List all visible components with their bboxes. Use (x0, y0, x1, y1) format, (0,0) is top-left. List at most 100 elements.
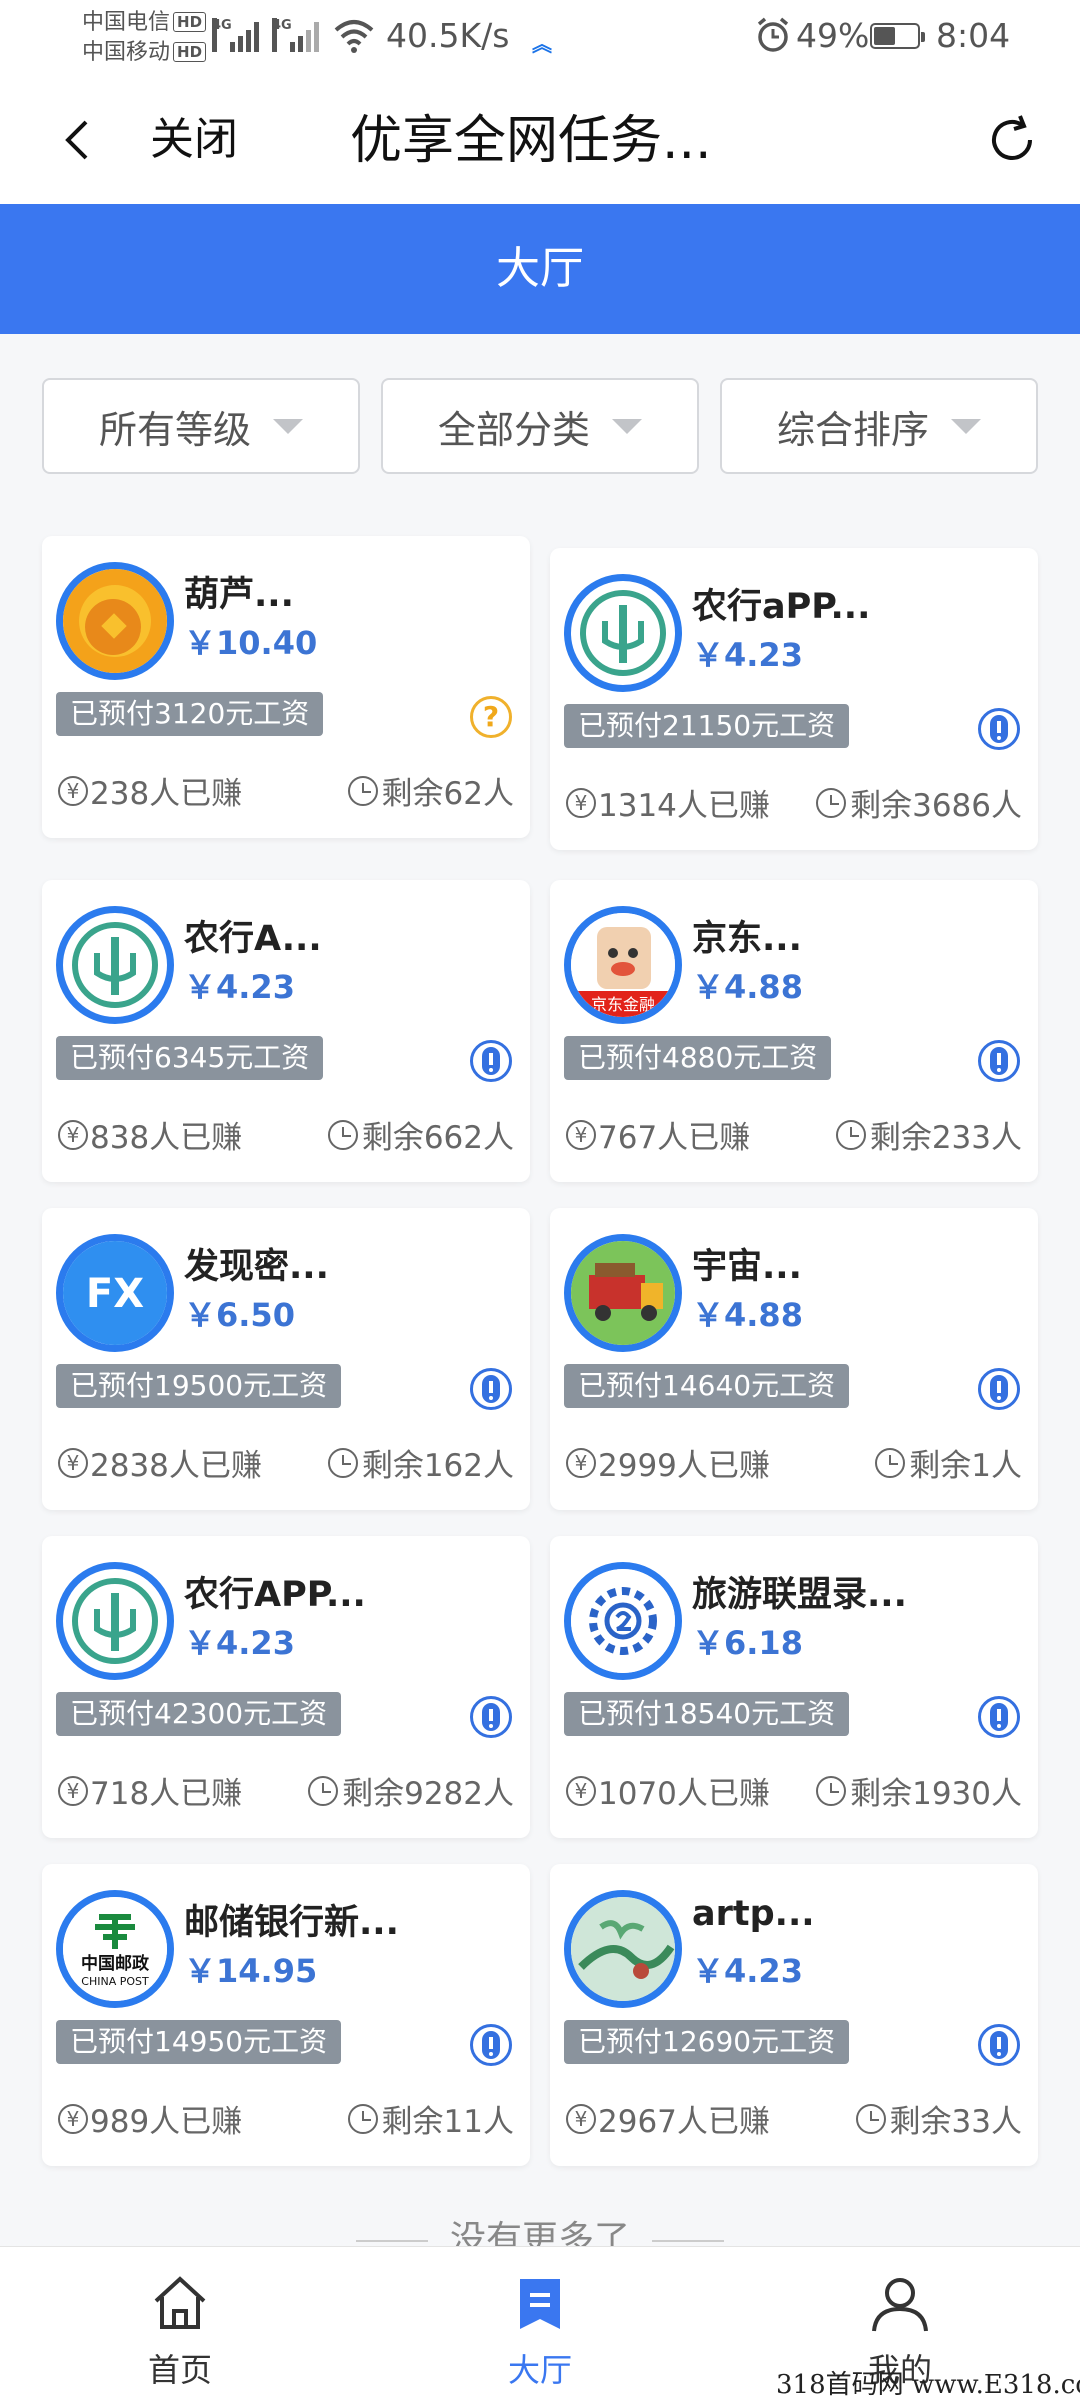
carrier-2: 中国移动 (82, 40, 171, 65)
yen-icon: ¥ (58, 2103, 88, 2134)
logo-text: 京东金融 (591, 995, 655, 1014)
tab-hall[interactable]: 大厅 (440, 2247, 640, 2400)
remaining-count: 剩余1930人 (816, 1768, 1022, 1813)
yen-icon: ¥ (566, 1119, 596, 1150)
prepaid-badge: 已预付12690元工资 (564, 2020, 850, 2064)
task-card[interactable]: 宇宙... ￥4.88 已预付14640元工资 ¥2999人已赚 剩余1人 (550, 1208, 1038, 1510)
info-icon[interactable] (978, 708, 1020, 750)
tab-label: 大厅 (507, 2351, 572, 2389)
task-price: ￥10.40 (184, 624, 318, 662)
task-price: ￥4.23 (184, 968, 295, 1006)
earned-text: 238人已赚 (90, 776, 243, 812)
logo-text-en: CHINA POST (81, 1975, 149, 1988)
clock-icon (327, 1447, 358, 1478)
info-icon[interactable] (978, 2024, 1020, 2066)
prepaid-badge: 已预付14640元工资 (564, 1364, 850, 1408)
tab-home[interactable]: 首页 (80, 2247, 280, 2400)
sort-dropdown[interactable]: 综合排序 (720, 378, 1038, 474)
carrier-info: 中国电信 HD 中国移动 HD (82, 8, 207, 68)
fx-logo: FX (56, 1234, 174, 1352)
task-name: artp... (692, 1894, 815, 1934)
page-title: 优享全网任务... (350, 111, 712, 171)
filter-label: 综合排序 (776, 407, 929, 452)
title-bar: 关闭 优享全网任务... (0, 76, 1080, 204)
task-name: 邮储银行新... (184, 1903, 399, 1943)
back-arrow-icon[interactable] (52, 112, 108, 168)
battery-icon (870, 23, 925, 49)
network-speed: 40.5K/s (386, 16, 510, 55)
gourd-coin-logo (56, 562, 174, 680)
task-name: 旅游联盟录... (692, 1575, 907, 1615)
battery-fill (874, 27, 895, 45)
task-card[interactable]: 农行APP... ￥4.23 已预付42300元工资 ¥718人已赚 剩余928… (42, 1536, 530, 1838)
prepaid-badge: 已预付4880元工资 (564, 1036, 832, 1080)
clock-icon (327, 1119, 358, 1150)
remaining-text: 剩余233人 (869, 1120, 1022, 1156)
task-price: ￥6.18 (692, 1624, 803, 1662)
task-card[interactable]: artp... ￥4.23 已预付12690元工资 ¥2967人已赚 剩余33人 (550, 1864, 1038, 2166)
info-icon[interactable] (978, 1040, 1020, 1082)
earned-text: 838人已赚 (90, 1120, 243, 1156)
task-price: ￥14.95 (184, 1952, 318, 1990)
info-icon[interactable] (470, 1040, 512, 1082)
remaining-text: 剩余33人 (889, 2104, 1022, 2140)
app-notification-icon: ︽ (532, 32, 552, 56)
info-icon[interactable] (978, 1696, 1020, 1738)
clock-icon (816, 1775, 847, 1806)
task-name: 农行A... (184, 919, 322, 959)
earned-count: ¥1070人已赚 (566, 1768, 770, 1813)
remaining-count: 剩余662人 (327, 1112, 514, 1157)
network-type-label: 4G (212, 18, 232, 52)
jd-finance-logo: 京东金融 (564, 906, 682, 1024)
caret-down-icon (612, 418, 642, 434)
category-filter-dropdown[interactable]: 全部分类 (381, 378, 699, 474)
earned-text: 718人已赚 (90, 1776, 243, 1812)
clock-icon (816, 787, 847, 818)
question-icon[interactable]: ? (470, 696, 512, 738)
info-icon[interactable] (470, 1368, 512, 1410)
earned-count: ¥767人已赚 (566, 1112, 750, 1157)
task-card[interactable]: 中国邮政 CHINA POST 邮储银行新... ￥14.95 已预付14950元… (42, 1864, 530, 2166)
hd-badge: HD (173, 42, 207, 62)
remaining-count: 剩余9282人 (308, 1768, 514, 1813)
yen-icon: ¥ (566, 1775, 596, 1806)
filter-label: 全部分类 (437, 407, 590, 452)
remaining-text: 剩余162人 (361, 1448, 514, 1484)
filter-bar: 所有等级 全部分类 综合排序 (42, 378, 1038, 474)
yen-icon: ¥ (58, 1447, 88, 1478)
earned-count: ¥238人已赚 (58, 768, 242, 813)
earned-count: ¥2999人已赚 (566, 1440, 770, 1485)
carrier-1: 中国电信 (82, 10, 171, 35)
refresh-icon[interactable] (984, 112, 1040, 168)
task-card[interactable]: FX 发现密... ￥6.50 已预付19500元工资 ¥2838人已赚 剩余1… (42, 1208, 530, 1510)
info-icon[interactable] (978, 1368, 1020, 1410)
level-filter-dropdown[interactable]: 所有等级 (42, 378, 360, 474)
remaining-count: 剩余162人 (327, 1440, 514, 1485)
art-painting-logo (564, 1890, 682, 2008)
clock-icon (875, 1447, 906, 1478)
earned-text: 1314人已赚 (598, 788, 770, 824)
prepaid-badge: 已预付18540元工资 (564, 1692, 850, 1736)
remaining-text: 剩余1人 (909, 1448, 1022, 1484)
task-card[interactable]: 葫芦... ￥10.40 已预付3120元工资 ? ¥238人已赚 剩余62人 (42, 536, 530, 838)
task-card[interactable]: 旅游联盟录... ￥6.18 已预付18540元工资 ¥1070人已赚 剩余19… (550, 1536, 1038, 1838)
remaining-text: 剩余11人 (381, 2104, 514, 2140)
info-icon[interactable] (470, 2024, 512, 2066)
game-truck-logo (564, 1234, 682, 1352)
task-card[interactable]: 农行aPP... ￥4.23 已预付21150元工资 ¥1314人已赚 剩余36… (550, 548, 1038, 850)
clock-icon (308, 1775, 339, 1806)
logo-text: FX (86, 1271, 144, 1317)
yen-icon: ¥ (566, 787, 596, 818)
info-icon[interactable] (470, 1696, 512, 1738)
remaining-count: 剩余11人 (347, 2096, 514, 2141)
earned-text: 1070人已赚 (598, 1776, 770, 1812)
task-name: 京东... (692, 919, 802, 959)
task-card[interactable]: 农行A... ￥4.23 已预付6345元工资 ¥838人已赚 剩余662人 (42, 880, 530, 1182)
remaining-text: 剩余1930人 (850, 1776, 1022, 1812)
earned-count: ¥718人已赚 (58, 1768, 242, 1813)
logo-text: 中国邮政 (81, 1953, 150, 1974)
travel-gear-logo (564, 1562, 682, 1680)
close-button[interactable]: 关闭 (150, 112, 238, 168)
earned-text: 2838人已赚 (90, 1448, 262, 1484)
task-card[interactable]: 京东金融 京东... ￥4.88 已预付4880元工资 ¥767人已赚 剩余23… (550, 880, 1038, 1182)
